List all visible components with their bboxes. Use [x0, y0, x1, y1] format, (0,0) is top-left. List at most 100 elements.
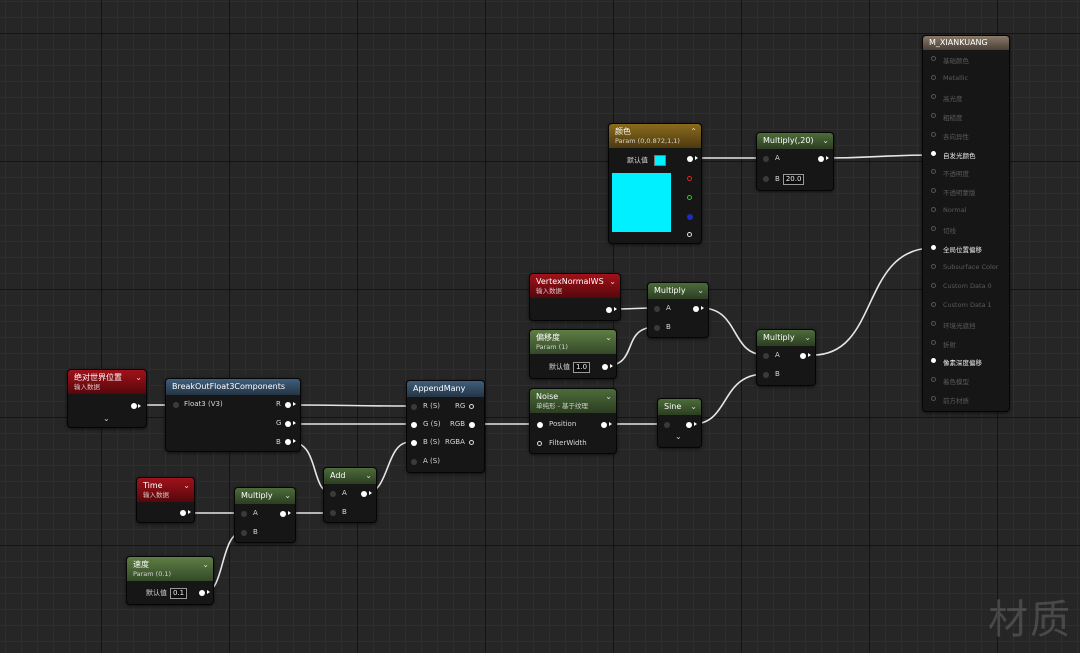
multiply-20-node[interactable]: Multiply(,20) ⌄ A B 20.0 [756, 132, 834, 191]
output-pin-rgb[interactable] [469, 422, 475, 428]
input-pin-a[interactable] [411, 459, 417, 465]
output-pin-a[interactable] [687, 232, 692, 237]
pin-dot-icon[interactable] [931, 226, 936, 232]
node-header[interactable]: VertexNormalWS 输入数据 ⌄ [530, 274, 620, 298]
output-pin[interactable] [361, 491, 367, 497]
output-pin-g[interactable] [687, 195, 692, 200]
node-header[interactable]: 偏移度 Param (1) ⌄ [530, 330, 616, 354]
expand-chevron-icon[interactable]: ⌄ [675, 432, 682, 441]
input-pin[interactable] [664, 422, 670, 428]
chevron-up-icon[interactable]: ⌃ [690, 127, 697, 137]
node-header[interactable]: M_XIANKUANG [923, 36, 1009, 50]
pin-dot-icon[interactable] [931, 263, 936, 269]
chevron-down-icon[interactable]: ⌄ [365, 471, 372, 481]
output-pin[interactable] [180, 510, 186, 516]
chevron-down-icon[interactable]: ⌄ [135, 373, 142, 383]
multiply-normal-node[interactable]: Multiply ⌄ A B [647, 282, 709, 338]
node-header[interactable]: Multiply ⌄ [235, 488, 295, 504]
input-pin-a[interactable] [330, 491, 336, 497]
output-pin-r[interactable] [687, 176, 692, 181]
chevron-down-icon[interactable]: ⌄ [284, 491, 291, 501]
output-pin[interactable] [606, 307, 612, 313]
chevron-down-icon[interactable]: ⌄ [697, 286, 704, 296]
output-pin[interactable] [693, 306, 699, 312]
expand-chevron-icon[interactable]: ⌄ [103, 414, 110, 423]
offset-param-node[interactable]: 偏移度 Param (1) ⌄ 默认值 1.0 [529, 329, 617, 379]
output-pin-b[interactable] [687, 214, 693, 220]
input-pin-a[interactable] [763, 156, 769, 162]
pin-dot-icon[interactable] [931, 131, 936, 137]
breakout-float3-node[interactable]: BreakOutFloat3Components Float3 (V3) R G… [165, 378, 301, 452]
output-pin[interactable] [818, 156, 824, 162]
pin-dot-icon[interactable] [931, 56, 936, 61]
input-pin[interactable] [173, 402, 179, 408]
node-header[interactable]: Add ⌄ [324, 468, 376, 484]
input-pin-b[interactable] [330, 510, 336, 516]
node-header[interactable]: 绝对世界位置 输入数据 ⌄ [68, 370, 146, 394]
output-pin[interactable] [602, 364, 608, 370]
pin-dot-icon[interactable] [931, 188, 936, 194]
b-value-field[interactable]: 20.0 [782, 174, 805, 185]
pin-dot-icon[interactable] [931, 169, 936, 175]
output-pin-g[interactable] [285, 421, 291, 427]
sine-node[interactable]: Sine ⌄ ⌄ [657, 398, 702, 448]
pin-dot-icon[interactable] [931, 112, 936, 118]
node-header[interactable]: Sine ⌄ [658, 399, 701, 415]
chevron-down-icon[interactable]: ⌄ [605, 333, 612, 343]
pin-dot-icon[interactable] [931, 245, 936, 250]
input-pin-b[interactable] [241, 530, 247, 536]
node-header[interactable]: 速度 Param (0.1) ⌄ [127, 557, 213, 581]
node-header[interactable]: BreakOutFloat3Components [166, 379, 300, 395]
pin-dot-icon[interactable] [931, 358, 936, 364]
input-pin-position[interactable] [537, 422, 543, 428]
pin-dot-icon[interactable] [931, 377, 936, 383]
pin-dot-icon[interactable] [931, 150, 936, 156]
chevron-down-icon[interactable]: ⌄ [202, 560, 209, 570]
chevron-down-icon[interactable]: ⌄ [690, 402, 697, 412]
color-swatch[interactable] [654, 155, 667, 166]
node-header[interactable]: Time 输入数据 ⌄ [137, 478, 194, 502]
output-pin[interactable] [601, 422, 607, 428]
vertex-normal-ws-node[interactable]: VertexNormalWS 输入数据 ⌄ [529, 273, 621, 321]
output-pin[interactable] [199, 590, 205, 596]
noise-node[interactable]: Noise 单纯形 - 基于纹理 ⌄ Position FilterWidth [529, 388, 617, 454]
pin-dot-icon[interactable] [931, 282, 936, 288]
output-pin-b[interactable] [285, 439, 291, 445]
output-pin-rg[interactable] [469, 404, 474, 409]
output-pin-rgba[interactable] [469, 440, 474, 445]
pin-dot-icon[interactable] [931, 301, 936, 307]
input-pin-a[interactable] [763, 353, 769, 359]
output-pin[interactable] [131, 403, 137, 409]
multiply-time-node[interactable]: Multiply ⌄ A B [234, 487, 296, 543]
output-pin-r[interactable] [285, 402, 291, 408]
time-node[interactable]: Time 输入数据 ⌄ [136, 477, 195, 523]
chevron-down-icon[interactable]: ⌄ [183, 481, 190, 491]
node-header[interactable]: Multiply ⌄ [648, 283, 708, 299]
input-pin-b[interactable] [763, 372, 769, 378]
pin-dot-icon[interactable] [931, 207, 936, 213]
chevron-down-icon[interactable]: ⌄ [822, 136, 829, 146]
input-pin-g[interactable] [411, 422, 417, 428]
node-header[interactable]: AppendMany [407, 381, 484, 397]
input-pin-filterwidth[interactable] [537, 441, 542, 446]
pin-dot-icon[interactable] [931, 74, 936, 80]
chevron-down-icon[interactable]: ⌄ [605, 392, 612, 402]
input-pin-b[interactable] [763, 176, 769, 182]
absolute-world-position-node[interactable]: 绝对世界位置 输入数据 ⌄ ⌄ [67, 369, 147, 428]
output-pin-rgba[interactable] [687, 156, 693, 162]
output-pin[interactable] [800, 353, 806, 359]
color-param-node[interactable]: 颜色 Param (0,0.872,1,1) ⌃ 默认值 [608, 123, 702, 244]
append-many-node[interactable]: AppendMany R (S) G (S) B (S) A (S) RG RG… [406, 380, 485, 473]
input-pin-a[interactable] [654, 306, 660, 312]
add-node[interactable]: Add ⌄ A B [323, 467, 377, 523]
input-pin-a[interactable] [241, 511, 247, 517]
material-result-node[interactable]: M_XIANKUANG 基础颜色 Metallic 高光度 粗糙度 各向异性 自发光颜色不… [922, 35, 1010, 412]
node-header[interactable]: Noise 单纯形 - 基于纹理 ⌄ [530, 389, 616, 413]
pin-dot-icon[interactable] [931, 339, 936, 345]
chevron-down-icon[interactable]: ⌄ [609, 277, 616, 287]
pin-dot-icon[interactable] [931, 93, 936, 99]
node-header[interactable]: Multiply ⌄ [757, 330, 815, 346]
input-pin-b[interactable] [411, 440, 417, 446]
input-pin-r[interactable] [411, 404, 417, 410]
output-pin[interactable] [686, 422, 692, 428]
